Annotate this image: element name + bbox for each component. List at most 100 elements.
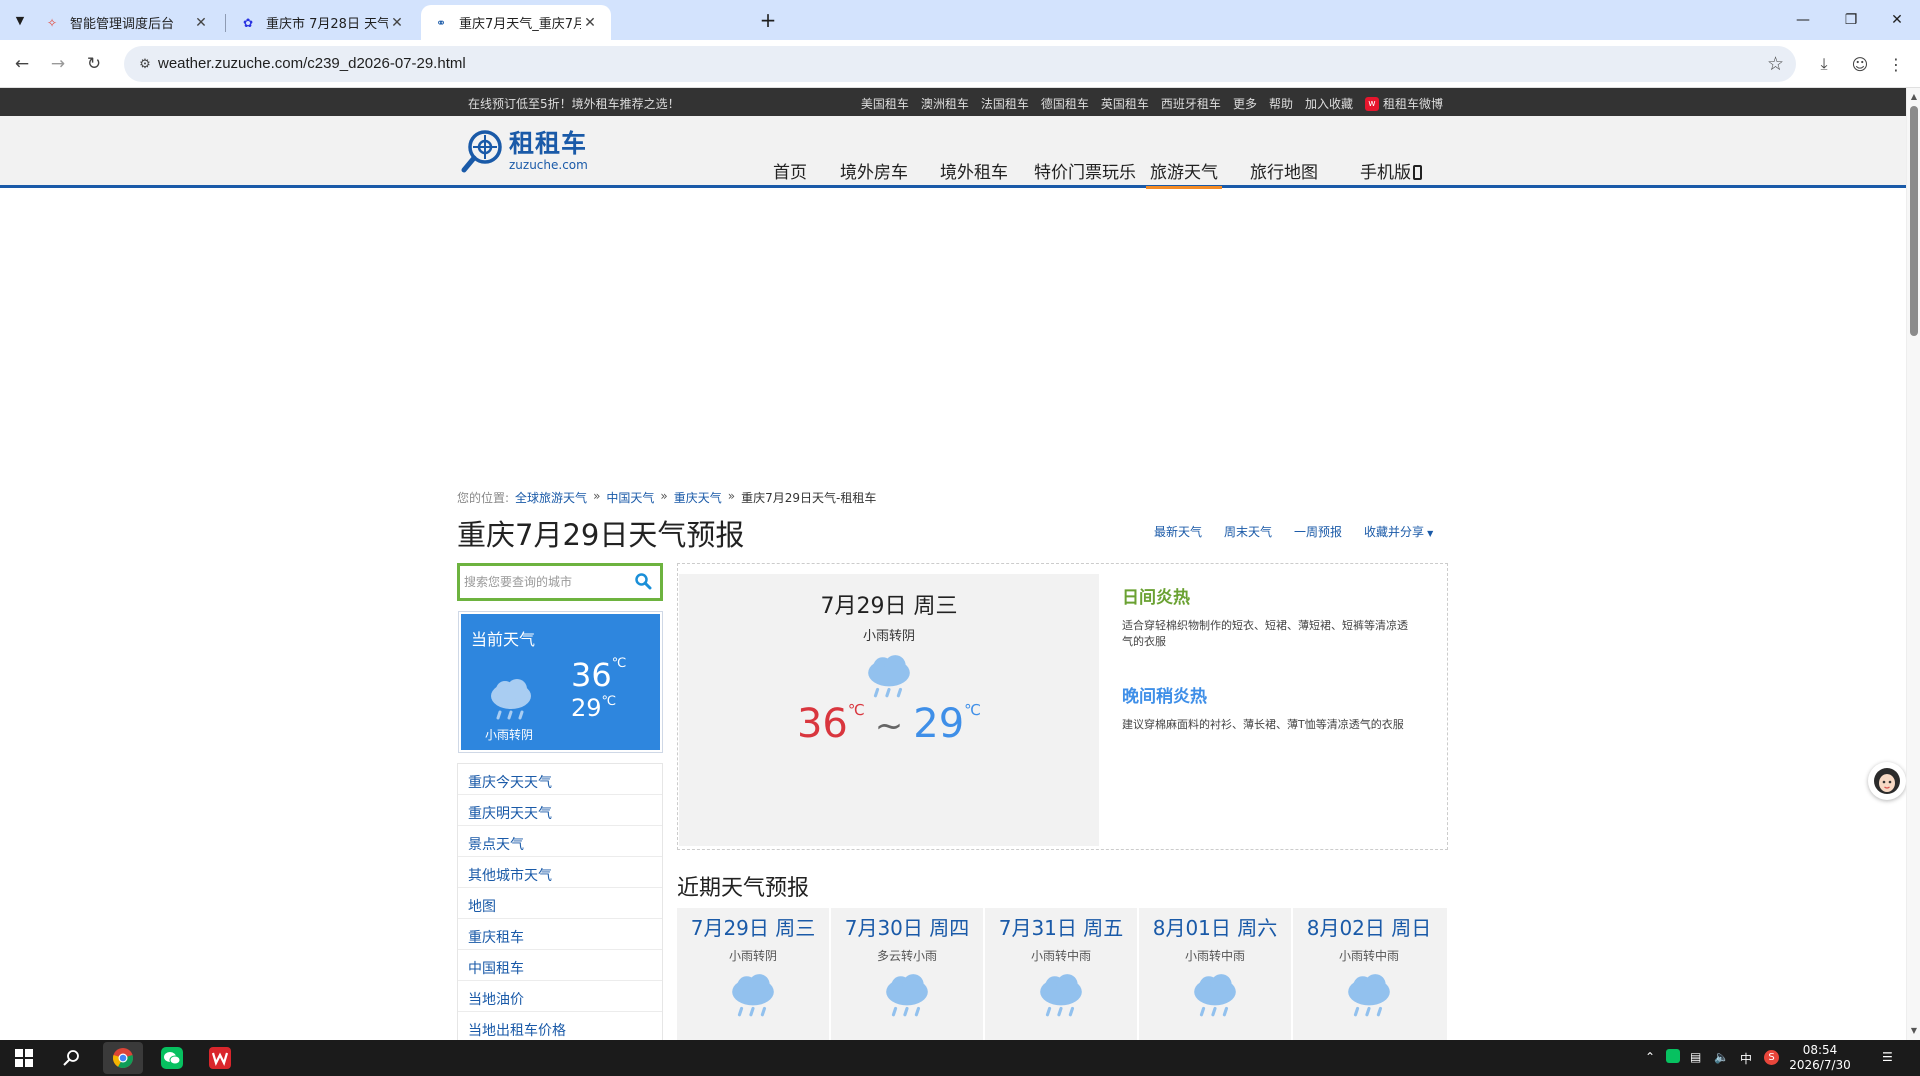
sidebar-item-map[interactable]: 地图 — [458, 888, 662, 919]
forecast-card[interactable]: 8月01日 周六 小雨转中雨 — [1139, 908, 1293, 1040]
page-scrollbar[interactable]: ▲ ▼ — [1906, 88, 1920, 1040]
top-links: 美国租车 澳洲租车 法国租车 德国租车 英国租车 西班牙租车 更多 帮助 加入收… — [861, 95, 1443, 112]
ime-indicator[interactable]: 中 — [1740, 1050, 1752, 1067]
sidebar-item-oil-price[interactable]: 当地油价 — [458, 981, 662, 1012]
forward-arrow-icon[interactable]: → — [46, 52, 70, 76]
day-high-value: 36 — [796, 701, 848, 747]
back-arrow-icon[interactable]: ← — [10, 52, 34, 76]
day-weather-panel: 7月29日 周三 小雨转阴 36℃ ~29℃ 日间炎热 适合穿轻棉织物制作的短衣、… — [677, 563, 1448, 850]
volume-icon[interactable]: 🔈 — [1714, 1050, 1729, 1064]
url-text[interactable]: weather.zuzuche.com/c239_d2026-07-29.htm… — [158, 55, 466, 72]
close-window-icon[interactable]: ✕ — [1874, 0, 1920, 40]
close-tab-icon[interactable]: ✕ — [192, 15, 210, 31]
minimize-icon[interactable]: — — [1780, 0, 1826, 40]
toplink-help[interactable]: 帮助 — [1269, 95, 1293, 112]
sidebar-item-today[interactable]: 重庆今天天气 — [458, 764, 662, 795]
quicklink-share-label: 收藏并分享 — [1364, 525, 1425, 539]
nav-tickets[interactable]: 特价门票玩乐 — [1024, 156, 1146, 188]
wechat-icon[interactable] — [160, 1046, 184, 1070]
nav-car-rental[interactable]: 境外租车 — [924, 156, 1024, 188]
tab-list-chevron-icon[interactable]: ▼ — [8, 8, 32, 32]
forecast-date: 7月29日 周三 — [690, 916, 816, 940]
search-taskbar-icon[interactable] — [60, 1046, 84, 1070]
city-search-input[interactable] — [464, 570, 624, 594]
windows-start-icon[interactable] — [12, 1046, 36, 1070]
zuzuche-favicon-icon: ⚭ — [435, 15, 447, 30]
temp-unit: ℃ — [847, 701, 865, 719]
toplink-uk[interactable]: 英国租车 — [1101, 95, 1149, 112]
temp-unit: ℃ — [601, 694, 617, 709]
forecast-card[interactable]: 7月30日 周四 多云转小雨 — [831, 908, 985, 1040]
search-icon[interactable] — [634, 572, 652, 590]
forecast-date: 8月01日 周六 — [1152, 916, 1278, 940]
sidebar-item-scenic[interactable]: 景点天气 — [458, 826, 662, 857]
promo-text: 在线预订低至5折！境外租车推荐之选！ — [468, 97, 680, 111]
toplink-australia[interactable]: 澳洲租车 — [921, 95, 969, 112]
tab-1[interactable]: ✧ 智能管理调度后台 ✕ — [32, 5, 222, 40]
network-icon[interactable]: ▤ — [1690, 1050, 1701, 1064]
bookmark-star-icon[interactable]: ☆ — [1767, 53, 1784, 75]
nav-rv[interactable]: 境外房车 — [824, 156, 924, 188]
site-logo[interactable]: 租租车 zuzuche.com — [459, 127, 588, 175]
sidebar-item-taxi-price[interactable]: 当地出租车价格 — [458, 1012, 662, 1043]
rain-cloud-icon — [1194, 974, 1236, 1017]
breadcrumb-china-weather[interactable]: 中国天气 — [606, 489, 654, 506]
sidebar-item-china-rental[interactable]: 中国租车 — [458, 950, 662, 981]
breadcrumb-chongqing-weather[interactable]: 重庆天气 — [674, 489, 722, 506]
quicklink-latest[interactable]: 最新天气 — [1154, 523, 1202, 540]
toplink-favorite[interactable]: 加入收藏 — [1305, 95, 1353, 112]
wps-office-icon[interactable] — [208, 1046, 232, 1070]
assistant-face-icon — [1874, 768, 1900, 794]
toplink-spain[interactable]: 西班牙租车 — [1161, 95, 1221, 112]
nav-home[interactable]: 首页 — [756, 156, 824, 188]
weibo-link[interactable]: w 租租车微博 — [1364, 95, 1443, 112]
chrome-icon[interactable] — [111, 1046, 135, 1070]
scroll-down-icon[interactable]: ▼ — [1907, 1024, 1920, 1038]
nav-mobile[interactable]: 手机版 — [1346, 156, 1436, 188]
nav-travel-map[interactable]: 旅行地图 — [1222, 156, 1346, 188]
forecast-card[interactable]: 7月29日 周三 小雨转阴 — [677, 908, 831, 1040]
close-tab-icon[interactable]: ✕ — [581, 15, 599, 31]
tab-3-active[interactable]: ⚭ 重庆7月天气_重庆7月29日天气 ✕ — [421, 5, 611, 40]
quicklink-week[interactable]: 一周预报 — [1294, 523, 1342, 540]
temp-unit: ℃ — [611, 656, 627, 671]
toplink-usa[interactable]: 美国租车 — [861, 95, 909, 112]
forecast-card[interactable]: 7月31日 周五 小雨转中雨 — [985, 908, 1139, 1040]
quicklink-share[interactable]: 收藏并分享 ▼ — [1364, 523, 1433, 540]
tray-overflow-chevron-icon[interactable]: ⌃ — [1645, 1050, 1655, 1064]
toplink-more[interactable]: 更多 — [1233, 95, 1257, 112]
notification-icon[interactable]: ☰ — [1882, 1050, 1893, 1064]
advice-night-title: 晚间稍炎热 — [1122, 687, 1207, 707]
toplink-france[interactable]: 法国租车 — [981, 95, 1029, 112]
current-low-temp: 29℃ — [571, 694, 616, 722]
site-info-tune-icon[interactable]: ⚙ — [136, 55, 154, 73]
sogou-ime-icon[interactable]: S — [1764, 1049, 1779, 1065]
breadcrumb-global-weather[interactable]: 全球旅游天气 — [515, 489, 587, 506]
forecast-card[interactable]: 8月02日 周日 小雨转中雨 — [1293, 908, 1447, 1040]
download-icon[interactable]: ⤓ — [1812, 52, 1836, 76]
rain-cloud-icon — [491, 679, 531, 720]
restore-icon[interactable]: ❐ — [1828, 0, 1874, 40]
sidebar-item-tomorrow[interactable]: 重庆明天天气 — [458, 795, 662, 826]
profile-avatar-icon[interactable]: ☺ — [1848, 52, 1872, 76]
reload-icon[interactable]: ↻ — [82, 52, 106, 76]
toplink-germany[interactable]: 德国租车 — [1041, 95, 1089, 112]
forecast-list: 7月29日 周三 小雨转阴 7月30日 周四 多云转小雨 7月31日 周五 小雨… — [677, 908, 1447, 1040]
rain-cloud-icon — [1040, 974, 1082, 1017]
day-low-value: 29 — [913, 701, 965, 747]
sidebar-item-chongqing-rental[interactable]: 重庆租车 — [458, 919, 662, 950]
scrollbar-thumb[interactable] — [1910, 106, 1918, 336]
scroll-up-icon[interactable]: ▲ — [1907, 90, 1920, 104]
tab-2[interactable]: ✿ 重庆市 7月28日 天气 租租车_重 ✕ — [228, 5, 418, 40]
taskbar-clock[interactable]: 08:54 2026/7/30 — [1783, 1043, 1857, 1073]
customer-service-avatar[interactable] — [1868, 762, 1906, 800]
quicklink-weekend[interactable]: 周末天气 — [1224, 523, 1272, 540]
sidebar-item-other-cities[interactable]: 其他城市天气 — [458, 857, 662, 888]
address-bar[interactable]: ⚙ weather.zuzuche.com/c239_d2026-07-29.h… — [124, 46, 1796, 82]
close-tab-icon[interactable]: ✕ — [388, 15, 406, 31]
new-tab-plus-icon[interactable]: + — [756, 8, 780, 32]
nav-travel-weather[interactable]: 旅游天气 — [1146, 156, 1222, 189]
tray-wechat-icon[interactable] — [1666, 1049, 1680, 1066]
menu-kebab-icon[interactable]: ⋮ — [1884, 52, 1908, 76]
rain-cloud-icon — [732, 974, 774, 1017]
